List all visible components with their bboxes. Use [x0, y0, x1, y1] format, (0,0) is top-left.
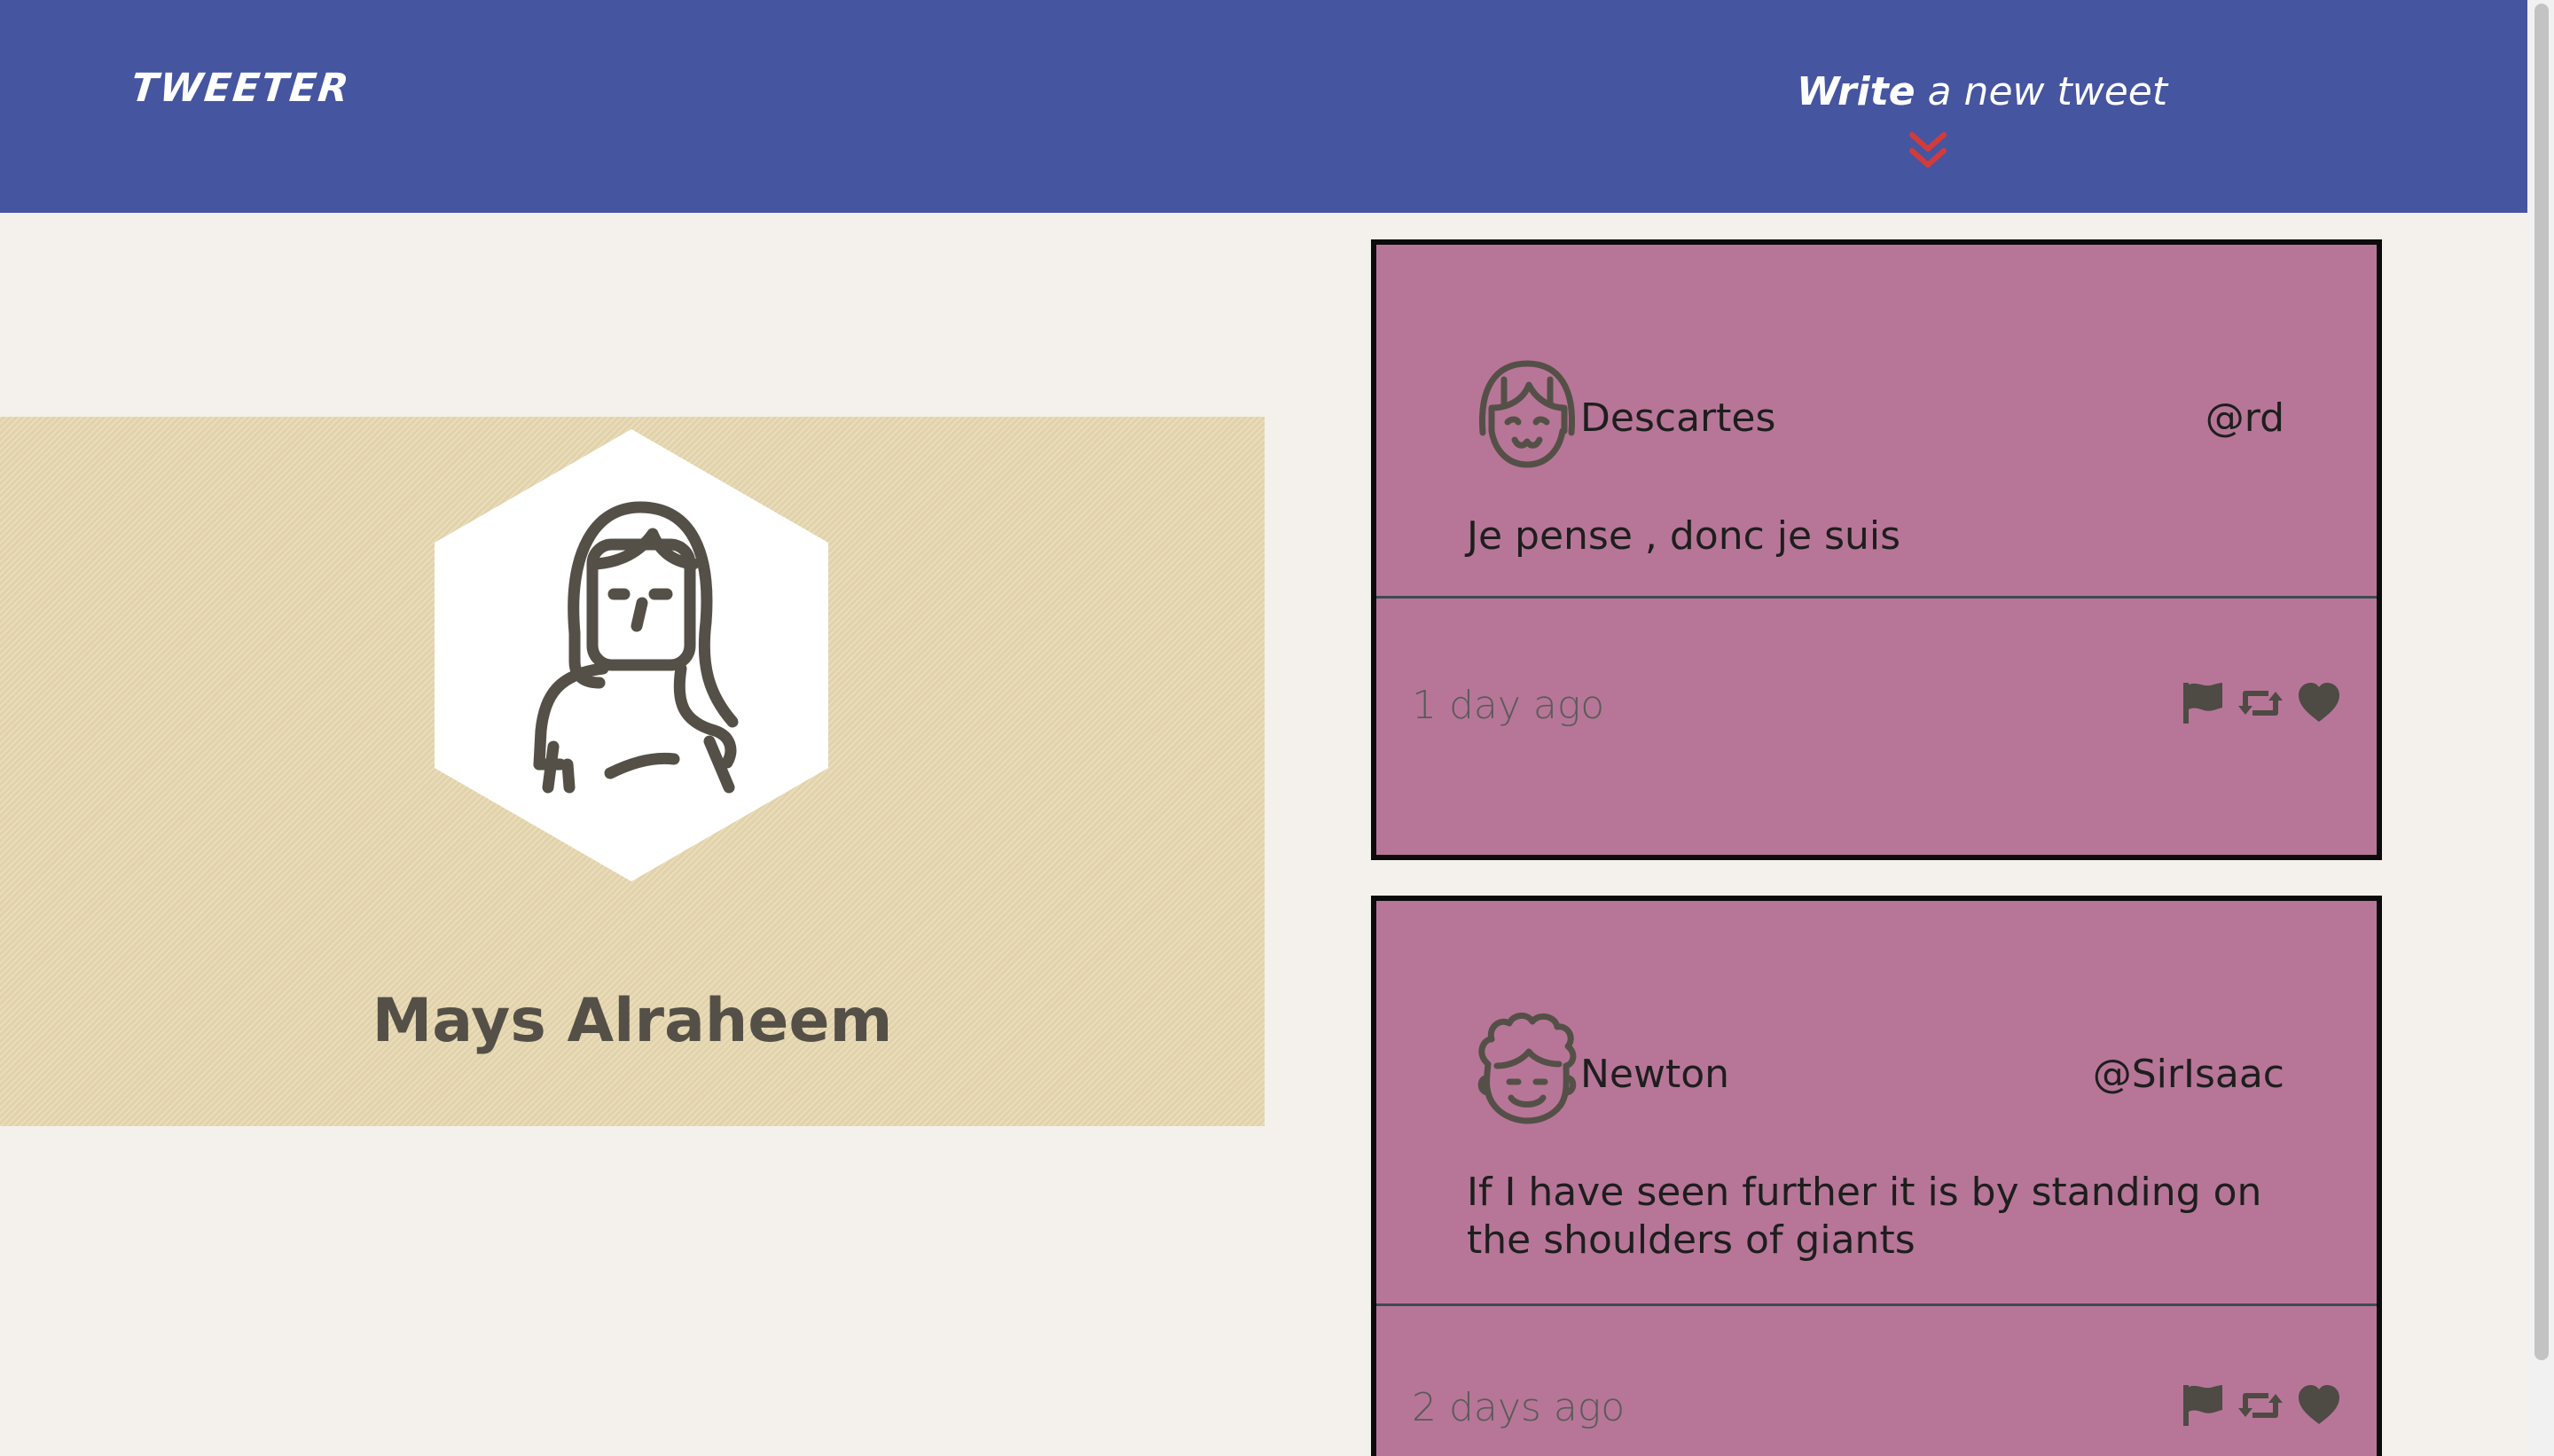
heart-icon[interactable] [2295, 1382, 2343, 1429]
scrollbar[interactable] [2527, 0, 2554, 1456]
retweet-icon[interactable] [2237, 679, 2284, 727]
tweet-card: Descartes @rd Je pense , donc je suis 1 … [1371, 239, 2382, 860]
tweet-timestamp: 2 days ago [1412, 1385, 1626, 1430]
top-nav: TWEETER Write a new tweet [0, 0, 2527, 213]
double-chevron-down-icon[interactable] [1908, 131, 1947, 170]
tweet-timestamp: 1 day ago [1412, 683, 1605, 728]
compose-label-bold: Write [1797, 69, 1916, 114]
flag-icon[interactable] [2178, 679, 2226, 727]
tweet-author-handle[interactable]: @SirIsaac [2093, 1052, 2284, 1097]
retweet-icon[interactable] [2237, 1382, 2284, 1429]
brand-logo[interactable]: TWEETER [129, 66, 352, 111]
profile-name: Mays Alraheem [372, 986, 893, 1056]
girl-avatar-icon [1478, 360, 1576, 468]
curly-hair-avatar-icon [1477, 1013, 1577, 1124]
tweet-divider [1376, 596, 2377, 599]
tweet-author-name[interactable]: Descartes [1580, 395, 1775, 441]
flag-icon[interactable] [2178, 1382, 2226, 1429]
tweet-card: Newton @SirIsaac If I have seen further … [1371, 896, 2382, 1456]
tweet-actions [2178, 679, 2343, 727]
tweet-author-name[interactable]: Newton [1580, 1052, 1729, 1097]
compose-label-rest: a new tweet [1915, 69, 2168, 114]
heart-icon[interactable] [2295, 679, 2343, 727]
tweet-author-handle[interactable]: @rd [2205, 395, 2284, 441]
woman-avatar-icon [435, 429, 828, 881]
tweet-divider [1376, 1303, 2377, 1306]
tweet-actions [2178, 1382, 2343, 1429]
scrollbar-thumb[interactable] [2534, 4, 2549, 1360]
tweet-text: If I have seen further it is by standing… [1467, 1170, 2262, 1263]
tweet-text: Je pense , donc je suis [1467, 513, 1901, 559]
write-new-tweet-button[interactable]: Write a new tweet [1797, 69, 2167, 114]
